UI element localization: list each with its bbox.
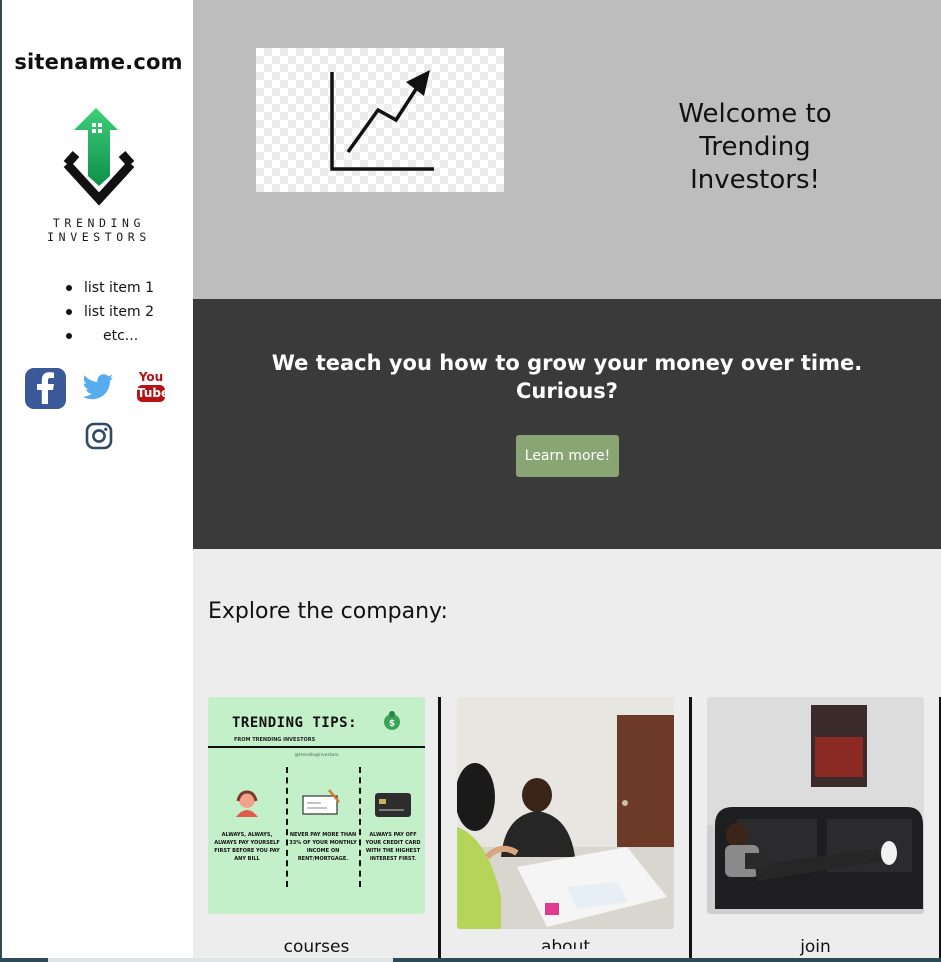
social-links: You Tube — [2, 366, 195, 456]
instagram-icon[interactable] — [85, 422, 113, 450]
twitter-icon[interactable] — [84, 374, 114, 400]
card-label-join[interactable]: join — [707, 937, 924, 957]
card-label-about[interactable]: about — [457, 937, 674, 949]
list-item[interactable]: etc... — [56, 326, 186, 350]
check-icon — [302, 789, 340, 815]
tips-divider — [359, 767, 361, 887]
tips-divider — [286, 767, 288, 887]
window-bottom-edge — [0, 958, 941, 962]
logo-wordmark: TRENDING INVESTORS — [47, 216, 151, 244]
card-divider — [438, 697, 441, 962]
money-bag-icon: $ — [384, 711, 400, 730]
sidebar: sitename.com TRENDING INVESTORS list ite… — [0, 0, 193, 962]
card-about[interactable]: about — [457, 697, 674, 962]
growth-chart-icon — [330, 70, 434, 171]
svg-text:$: $ — [389, 719, 395, 729]
card-label-courses[interactable]: courses — [208, 937, 425, 957]
youtube-icon[interactable]: You Tube — [137, 370, 170, 405]
explore-section: Explore the company: TRENDING TIPS: $ FR… — [193, 549, 941, 962]
hero-title: Welcome to Trending Investors! — [678, 99, 832, 195]
stressed-person-icon — [236, 790, 258, 817]
office-meeting-illustration — [457, 697, 674, 929]
tip-text: ALWAYS, ALWAYS, ALWAYS PAY YOURSELF FIRS… — [214, 832, 280, 862]
learn-more-button[interactable]: Learn more! — [516, 435, 619, 477]
couch-illustration — [707, 697, 924, 914]
sidebar-list: list item 1 list item 2 etc... — [56, 278, 186, 350]
youtube-icon-label-top: You — [138, 370, 164, 384]
list-item[interactable]: list item 1 — [56, 278, 186, 302]
trending-tips-image[interactable]: TRENDING TIPS: $ FROM TRENDING INVESTORS… — [208, 697, 425, 914]
logo-mark-icon — [63, 108, 135, 206]
tip-text: ALWAYS PAY OFF YOUR CREDIT CARD WITH THE… — [365, 832, 421, 862]
tips-heading: TRENDING TIPS: — [232, 715, 358, 731]
facebook-icon[interactable] — [25, 368, 66, 409]
trending-investors-logo[interactable]: TRENDING INVESTORS — [10, 106, 188, 244]
hero-image — [256, 48, 504, 192]
list-item[interactable]: list item 2 — [56, 302, 186, 326]
tip-text: NEVER PAY MORE THAN 33% OF YOUR MONTHLY … — [289, 832, 357, 862]
pitch-section: We teach you how to grow your money over… — [193, 299, 941, 549]
card-join[interactable]: join — [707, 697, 924, 962]
pitch-text: We teach you how to grow your money over… — [271, 351, 863, 403]
site-name[interactable]: sitename.com — [2, 50, 195, 74]
man-on-couch-photo[interactable] — [707, 697, 924, 914]
explore-title: Explore the company: — [208, 599, 448, 624]
tips-handle: @trendinginvestors — [294, 753, 339, 758]
tips-subheading: FROM TRENDING INVESTORS — [234, 737, 316, 743]
hero-section: Welcome to Trending Investors! — [193, 0, 941, 299]
office-meeting-photo[interactable] — [457, 697, 674, 929]
tips-rule — [208, 746, 425, 748]
youtube-icon-label-bottom: Tube — [137, 385, 170, 402]
scrollbar-thumb[interactable] — [48, 958, 393, 962]
card-divider — [689, 697, 692, 962]
card-courses[interactable]: TRENDING TIPS: $ FROM TRENDING INVESTORS… — [208, 697, 425, 962]
credit-card-icon — [375, 793, 411, 817]
